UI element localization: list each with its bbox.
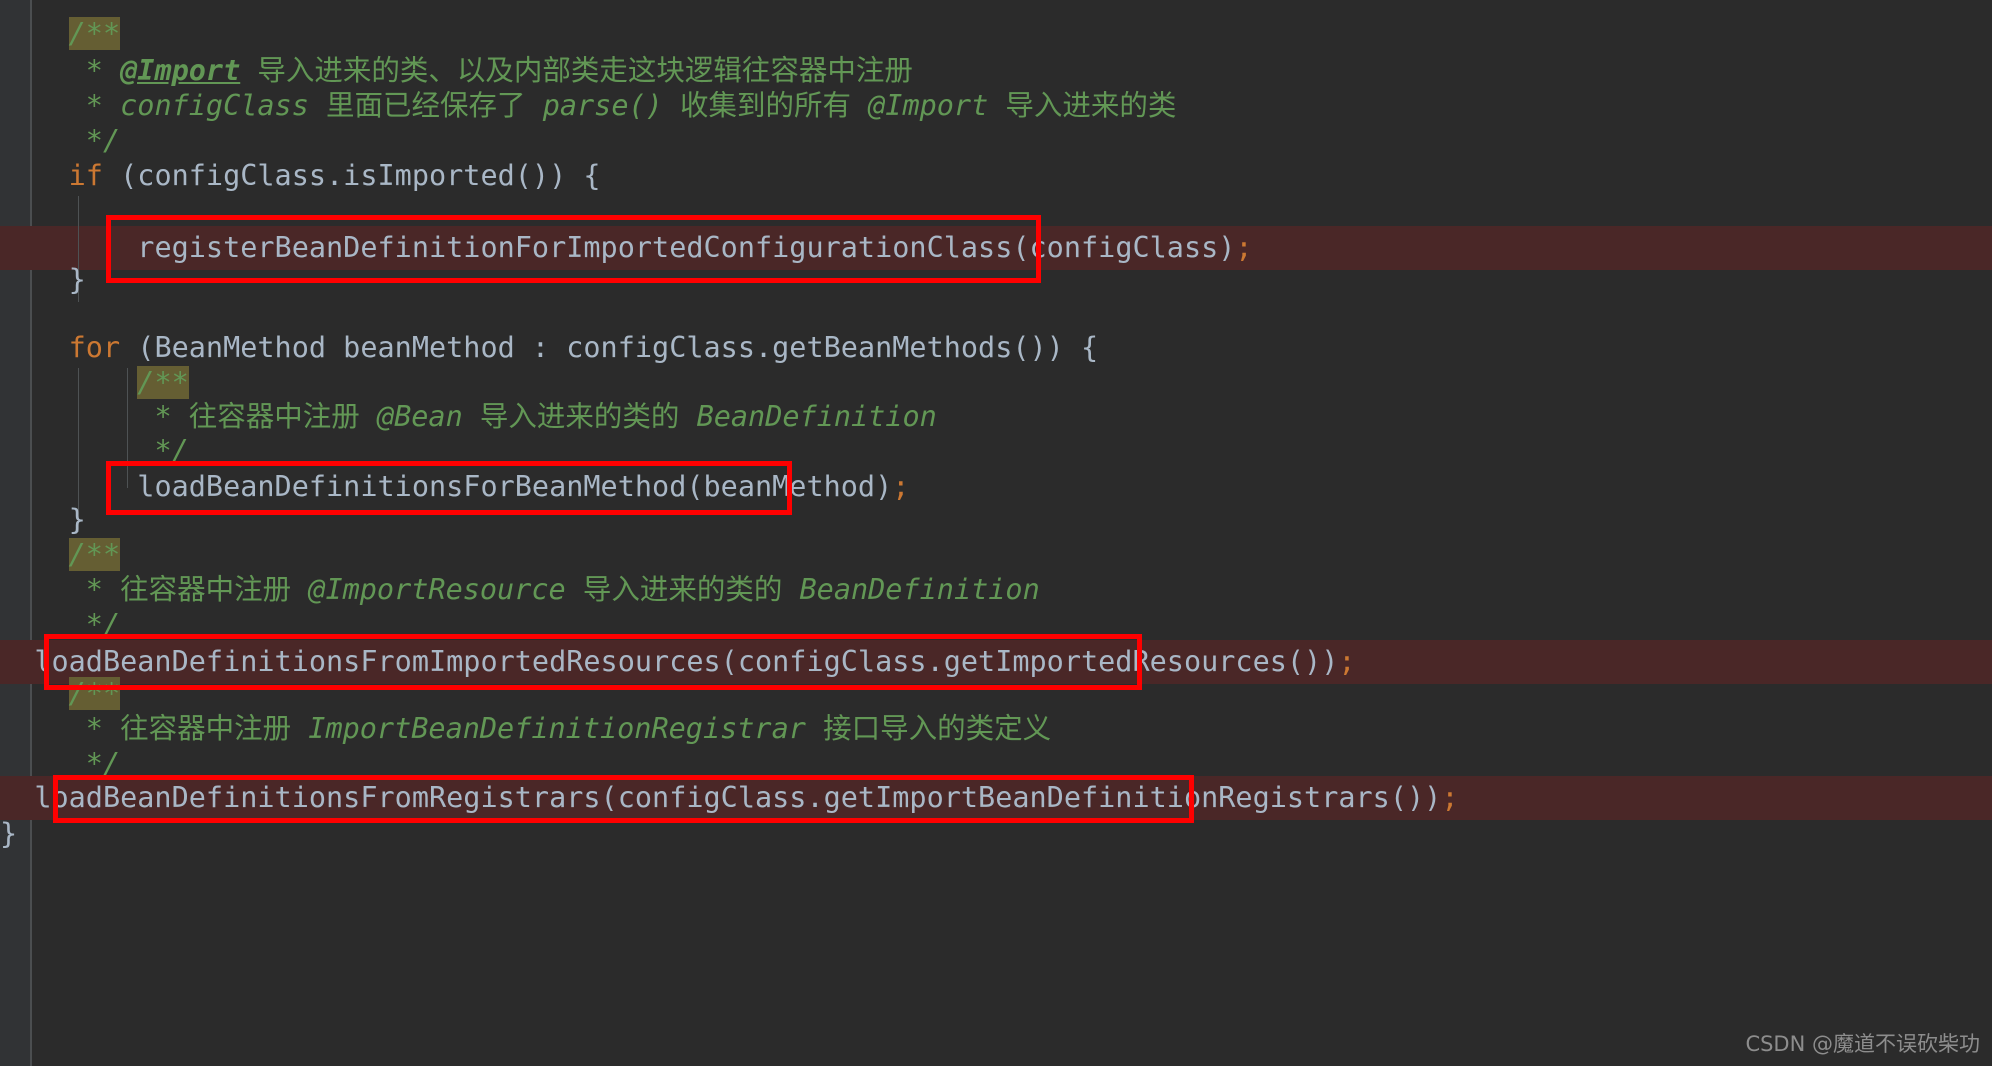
comment-ref-importresource: @ImportResource — [308, 573, 566, 606]
code-line[interactable]: } — [0, 258, 1992, 302]
comment-text-cn: 导入进来的类的 — [565, 573, 800, 606]
comment-ref-parse: parse() — [542, 89, 663, 122]
comment-open-token: /** — [68, 17, 121, 50]
comment-text-cn: 往容器中注册 — [120, 712, 309, 745]
comment-text-cn: 收集到的所有 — [662, 89, 869, 122]
keyword-if: if — [68, 159, 103, 192]
comment-close-token: */ — [68, 608, 121, 641]
comment-close-token: */ — [68, 124, 121, 157]
comment-star: * — [68, 54, 121, 87]
comment-open-token: /** — [68, 538, 121, 571]
comment-close-token: */ — [137, 434, 189, 467]
comment-star: * — [68, 89, 121, 122]
comment-text-cn: 往容器中注册 — [120, 573, 309, 606]
comment-star: * — [68, 712, 121, 745]
comment-text-cn: 接口导入的类定义 — [805, 712, 1052, 745]
comment-text-cn: 导入进来的类、以及内部类走这块逻辑往容器中注册 — [240, 54, 913, 87]
if-condition: (configClass.isImported()) { — [102, 159, 601, 192]
comment-text-cn: 导入进来的类 — [988, 89, 1177, 122]
csdn-watermark: CSDN @魔道不误砍柴功 — [1745, 1032, 1980, 1056]
comment-text-cn: 里面已经保存了 — [308, 89, 543, 122]
closing-brace: } — [68, 263, 86, 296]
code-content[interactable]: /** * @Import 导入进来的类、以及内部类走这块逻辑往容器中注册 * … — [0, 0, 1992, 1066]
closing-brace: } — [68, 503, 86, 536]
for-loop-header: (BeanMethod beanMethod : configClass.get… — [120, 331, 1099, 364]
javadoc-tag-import[interactable]: @Import — [120, 54, 240, 87]
comment-ref-configclass: configClass — [120, 89, 309, 122]
closing-brace: } — [0, 817, 18, 850]
code-line[interactable]: if (configClass.isImported()) { — [0, 154, 1992, 198]
comment-ref-beandefinition: BeanDefinition — [799, 573, 1040, 606]
comment-open-token: /** — [68, 677, 121, 710]
comment-star: * — [68, 573, 121, 606]
keyword-for: for — [68, 331, 121, 364]
call-load-bean-definitions-from-registrars[interactable]: loadBeanDefinitionsFromRegistrars(config… — [34, 781, 1441, 814]
code-line[interactable]: } — [0, 812, 1992, 856]
semicolon: ; — [1441, 781, 1459, 814]
comment-ref-importbeandefinitionregistrar: ImportBeanDefinitionRegistrar — [308, 712, 806, 745]
comment-ref-import: @Import — [868, 89, 989, 122]
code-editor[interactable]: /** * @Import 导入进来的类、以及内部类走这块逻辑往容器中注册 * … — [0, 0, 1992, 1066]
